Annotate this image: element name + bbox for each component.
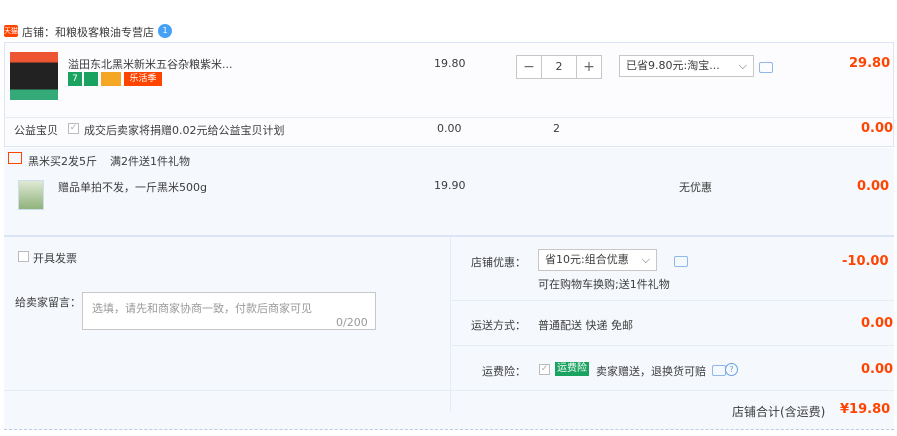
invoice-checkbox[interactable] <box>18 251 29 262</box>
unit-price: 19.80 <box>434 57 466 70</box>
message-label: 给卖家留言： <box>15 296 81 309</box>
charity-text: 成交后卖家将捐赠0.02元给公益宝贝计划 <box>84 124 285 137</box>
shop-name[interactable]: 店铺：和粮极客粮油专营店 <box>22 24 154 40</box>
event-tag: 乐活季 <box>124 72 162 86</box>
quantity-input[interactable]: 2 <box>541 56 577 78</box>
charity-subtotal: 0.00 <box>861 121 894 136</box>
chevron-down-icon: ⌵ <box>738 59 747 72</box>
shop-discount-select[interactable]: 省10元:组合优惠 ⌵ <box>538 249 657 271</box>
product-thumbnail[interactable] <box>10 52 58 100</box>
shop-discount-amount: -10.00 <box>842 254 889 269</box>
insurance-checkbox[interactable]: ✓ <box>539 364 550 375</box>
promo-select-value: 已省9.80元:淘宝... <box>626 59 720 72</box>
product-title[interactable]: 溢田东北黑米新米五谷杂粮紫米... <box>68 56 233 72</box>
tmall-badge: 天猫 <box>4 25 18 37</box>
comment-icon[interactable] <box>674 256 688 267</box>
increase-button[interactable]: + <box>577 56 601 78</box>
order-options <box>4 236 894 430</box>
charity-checkbox[interactable]: ✓ <box>68 123 79 134</box>
gift-title[interactable]: 赠品单拍不发，一斤黑米500g <box>58 179 207 195</box>
promo-select[interactable]: 已省9.80元:淘宝... ⌵ <box>619 55 754 77</box>
message-placeholder: 选填，请先和商家协商一致，付款后商家可见 <box>92 302 312 315</box>
gift-discount: 无优惠 <box>679 181 712 194</box>
wangwang-chat-icon[interactable]: 1 <box>158 24 172 38</box>
invoice-label: 开具发票 <box>33 252 77 265</box>
gift-promo-title: 黑米买2发5斤 <box>28 155 97 168</box>
divider <box>451 345 894 346</box>
credit-card-icon <box>101 72 121 86</box>
divider <box>4 117 894 118</box>
gift-icon <box>8 152 22 164</box>
item-subtotal: 29.80 <box>849 56 891 71</box>
total-amount: ¥19.80 <box>840 402 891 417</box>
decrease-button[interactable]: − <box>517 56 541 78</box>
divider <box>4 390 894 391</box>
gift-price: 19.90 <box>434 179 466 192</box>
divider <box>451 300 894 301</box>
help-icon[interactable]: ? <box>725 363 738 376</box>
shop-discount-label: 店铺优惠： <box>471 256 526 269</box>
gift-promo-rule: 满2件送1件礼物 <box>110 155 190 168</box>
comment-icon[interactable] <box>712 365 726 376</box>
message-char-count: 0/200 <box>336 316 368 329</box>
gift-subtotal: 0.00 <box>857 179 890 194</box>
divider <box>450 237 451 412</box>
charity-label: 公益宝贝 <box>14 124 58 137</box>
shop-discount-value: 省10元:组合优惠 <box>545 253 629 266</box>
shipping-label: 运送方式： <box>471 319 526 332</box>
guarantee-icon <box>84 72 98 86</box>
charity-price: 0.00 <box>437 122 462 135</box>
insurance-label: 运费险： <box>482 365 526 378</box>
shipping-method[interactable]: 普通配送 快递 免邮 <box>538 317 633 333</box>
insurance-text: 卖家赠送，退换货可赔 <box>596 365 706 378</box>
shipping-amount: 0.00 <box>861 316 894 331</box>
gift-thumbnail[interactable] <box>18 180 44 210</box>
chevron-down-icon: ⌵ <box>641 253 650 266</box>
seven-day-return-icon: 7 <box>68 72 82 86</box>
shop-discount-note: 可在购物车换购;送1件礼物 <box>538 278 670 291</box>
comment-icon[interactable] <box>759 62 773 73</box>
insurance-badge: 运费险 <box>555 362 589 376</box>
total-label: 店铺合计(含运费) <box>732 405 826 419</box>
insurance-amount: 0.00 <box>861 362 894 377</box>
charity-qty: 2 <box>553 122 560 135</box>
quantity-stepper: − 2 + <box>516 55 602 79</box>
